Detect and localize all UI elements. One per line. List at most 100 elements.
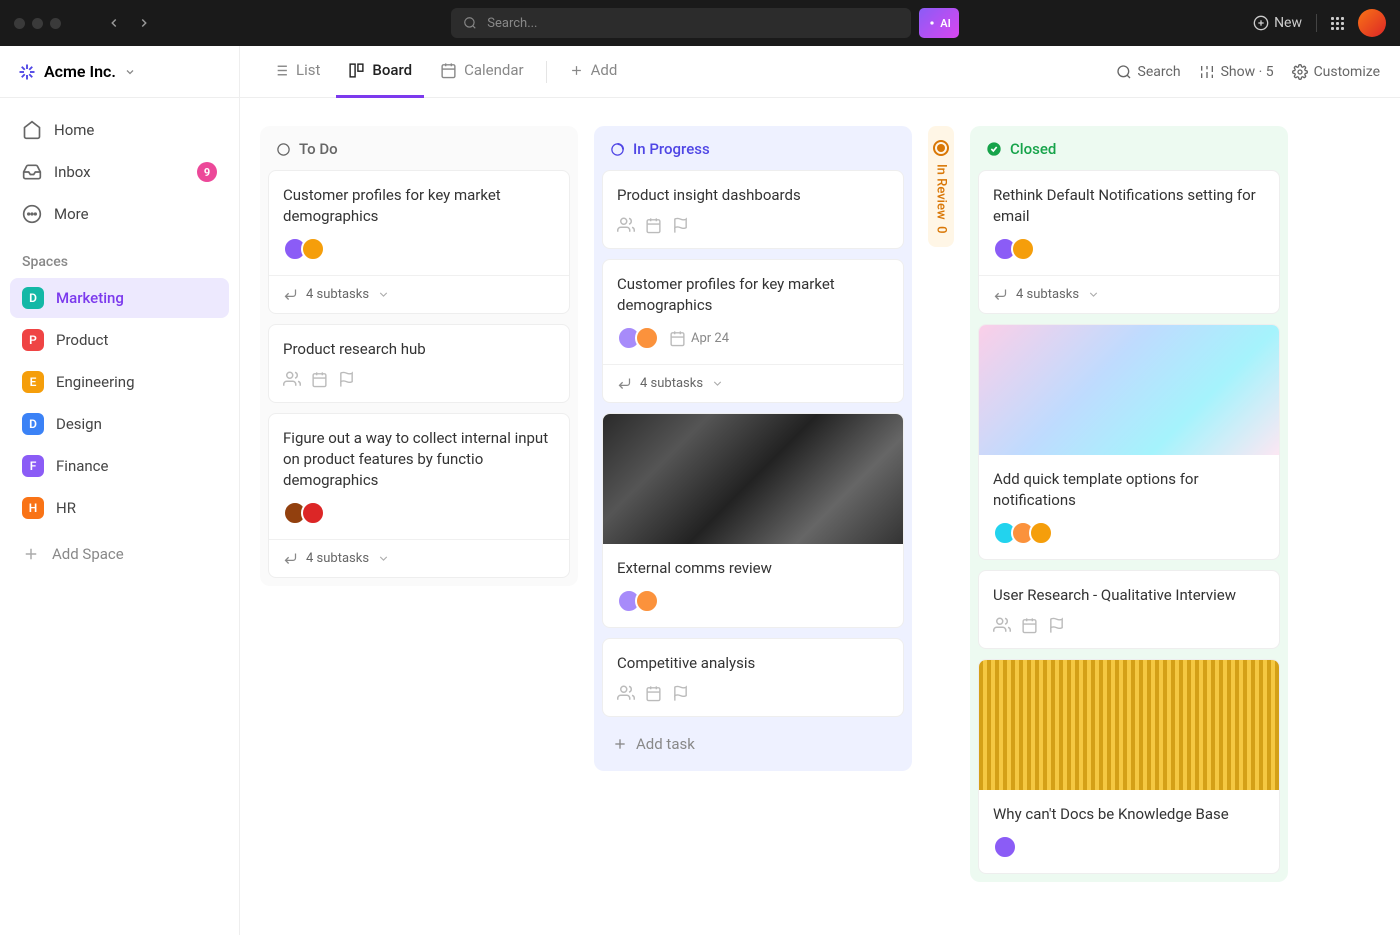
flag-icon [338,371,355,388]
space-icon: H [22,497,44,519]
assignees[interactable] [283,237,325,261]
assignees[interactable] [617,326,659,350]
plus-icon [612,736,628,752]
assignees[interactable] [993,521,1053,545]
sidebar-space-design[interactable]: DDesign [10,404,229,444]
chevron-down-icon [377,288,390,301]
sparkle-icon [927,18,937,28]
column-header-todo[interactable]: To Do [264,130,574,170]
assignees[interactable] [993,237,1035,261]
subtasks-toggle[interactable]: 4 subtasks [979,275,1279,313]
plus-circle-icon [1253,15,1269,31]
chevron-down-icon [377,552,390,565]
avatar [301,237,325,261]
minimize-window[interactable] [32,18,43,29]
card-title: Why can't Docs be Knowledge Base [993,804,1265,825]
people-icon [617,684,635,702]
assignees[interactable] [617,589,659,613]
apps-icon[interactable] [1331,17,1344,30]
due-date[interactable]: Apr 24 [669,330,729,347]
subtasks-toggle[interactable]: 4 subtasks [269,275,569,313]
sliders-icon [1199,64,1215,80]
card-title: Rethink Default Notifications setting fo… [993,185,1265,227]
column-header-closed[interactable]: Closed [974,130,1284,170]
calendar-icon [645,217,662,234]
sidebar-space-hr[interactable]: HHR [10,488,229,528]
add-task-button[interactable]: Add task [598,721,908,767]
space-icon: F [22,455,44,477]
nav-more[interactable]: More [10,194,229,234]
list-icon [272,62,289,79]
task-card[interactable]: Rethink Default Notifications setting fo… [978,170,1280,314]
sidebar-space-engineering[interactable]: EEngineering [10,362,229,402]
sidebar-space-finance[interactable]: FFinance [10,446,229,486]
close-window[interactable] [14,18,25,29]
column-closed: Closed Rethink Default Notifications set… [970,126,1288,882]
plus-icon [569,63,584,78]
workspace-logo-icon [18,63,36,81]
board-icon [348,62,365,79]
new-button[interactable]: New [1253,15,1302,31]
nav-inbox[interactable]: Inbox 9 [10,152,229,192]
task-card[interactable]: Customer profiles for key market demogra… [268,170,570,314]
flag-icon [672,217,689,234]
sidebar-space-marketing[interactable]: DMarketing [10,278,229,318]
ai-button[interactable]: AI [919,8,959,38]
topbar: Search... AI New [0,0,1400,46]
task-card[interactable]: Product research hub [268,324,570,403]
column-in-review[interactable]: In Review 0 [928,126,954,247]
search-placeholder: Search... [487,16,537,31]
nav-back[interactable] [101,10,127,36]
card-cover-image [979,660,1279,790]
chevron-down-icon [124,66,136,78]
sidebar-space-product[interactable]: PProduct [10,320,229,360]
tab-board[interactable]: Board [336,46,424,98]
subtask-icon [283,551,298,566]
task-card[interactable]: Add quick template options for notificat… [978,324,1280,560]
column-in-progress: In Progress Product insight dashboards Cu… [594,126,912,771]
show-button[interactable]: Show · 5 [1199,64,1274,80]
chevron-down-icon [1087,288,1100,301]
window-controls [14,18,61,29]
search-icon [1116,64,1132,80]
task-card[interactable]: Figure out a way to collect internal inp… [268,413,570,578]
calendar-icon [440,62,457,79]
task-card[interactable]: Customer profiles for key market demogra… [602,259,904,403]
task-card[interactable]: User Research - Qualitative Interview [978,570,1280,649]
spaces-header: Spaces [0,240,239,278]
user-avatar[interactable] [1358,9,1386,37]
tab-list[interactable]: List [260,46,332,98]
search-icon [463,16,477,30]
avatar [1029,521,1053,545]
subtasks-toggle[interactable]: 4 subtasks [269,539,569,577]
add-space-button[interactable]: Add Space [10,534,229,574]
tab-calendar[interactable]: Calendar [428,46,536,98]
card-title: Customer profiles for key market demogra… [283,185,555,227]
subtasks-toggle[interactable]: 4 subtasks [603,364,903,402]
search-tasks-button[interactable]: Search [1116,64,1181,80]
task-card[interactable]: Competitive analysis [602,638,904,717]
nav-forward[interactable] [131,10,157,36]
maximize-window[interactable] [50,18,61,29]
avatar [993,835,1017,859]
customize-button[interactable]: Customize [1292,64,1380,80]
plus-icon [22,545,40,563]
column-header-in-progress[interactable]: In Progress [598,130,908,170]
card-title: Figure out a way to collect internal inp… [283,428,555,491]
search-input[interactable]: Search... [451,8,911,38]
avatar [301,501,325,525]
space-icon: D [22,413,44,435]
space-label: Product [56,331,108,349]
tab-add-view[interactable]: Add [557,46,630,98]
people-icon [993,616,1011,634]
card-title: User Research - Qualitative Interview [993,585,1265,606]
nav-home[interactable]: Home [10,110,229,150]
workspace-switcher[interactable]: Acme Inc. [0,46,239,98]
task-card[interactable]: Product insight dashboards [602,170,904,249]
assignees[interactable] [283,501,325,525]
assignees[interactable] [993,835,1017,859]
task-card[interactable]: External comms review [602,413,904,628]
task-card[interactable]: Why can't Docs be Knowledge Base [978,659,1280,874]
card-title: Competitive analysis [617,653,889,674]
avatar [635,589,659,613]
